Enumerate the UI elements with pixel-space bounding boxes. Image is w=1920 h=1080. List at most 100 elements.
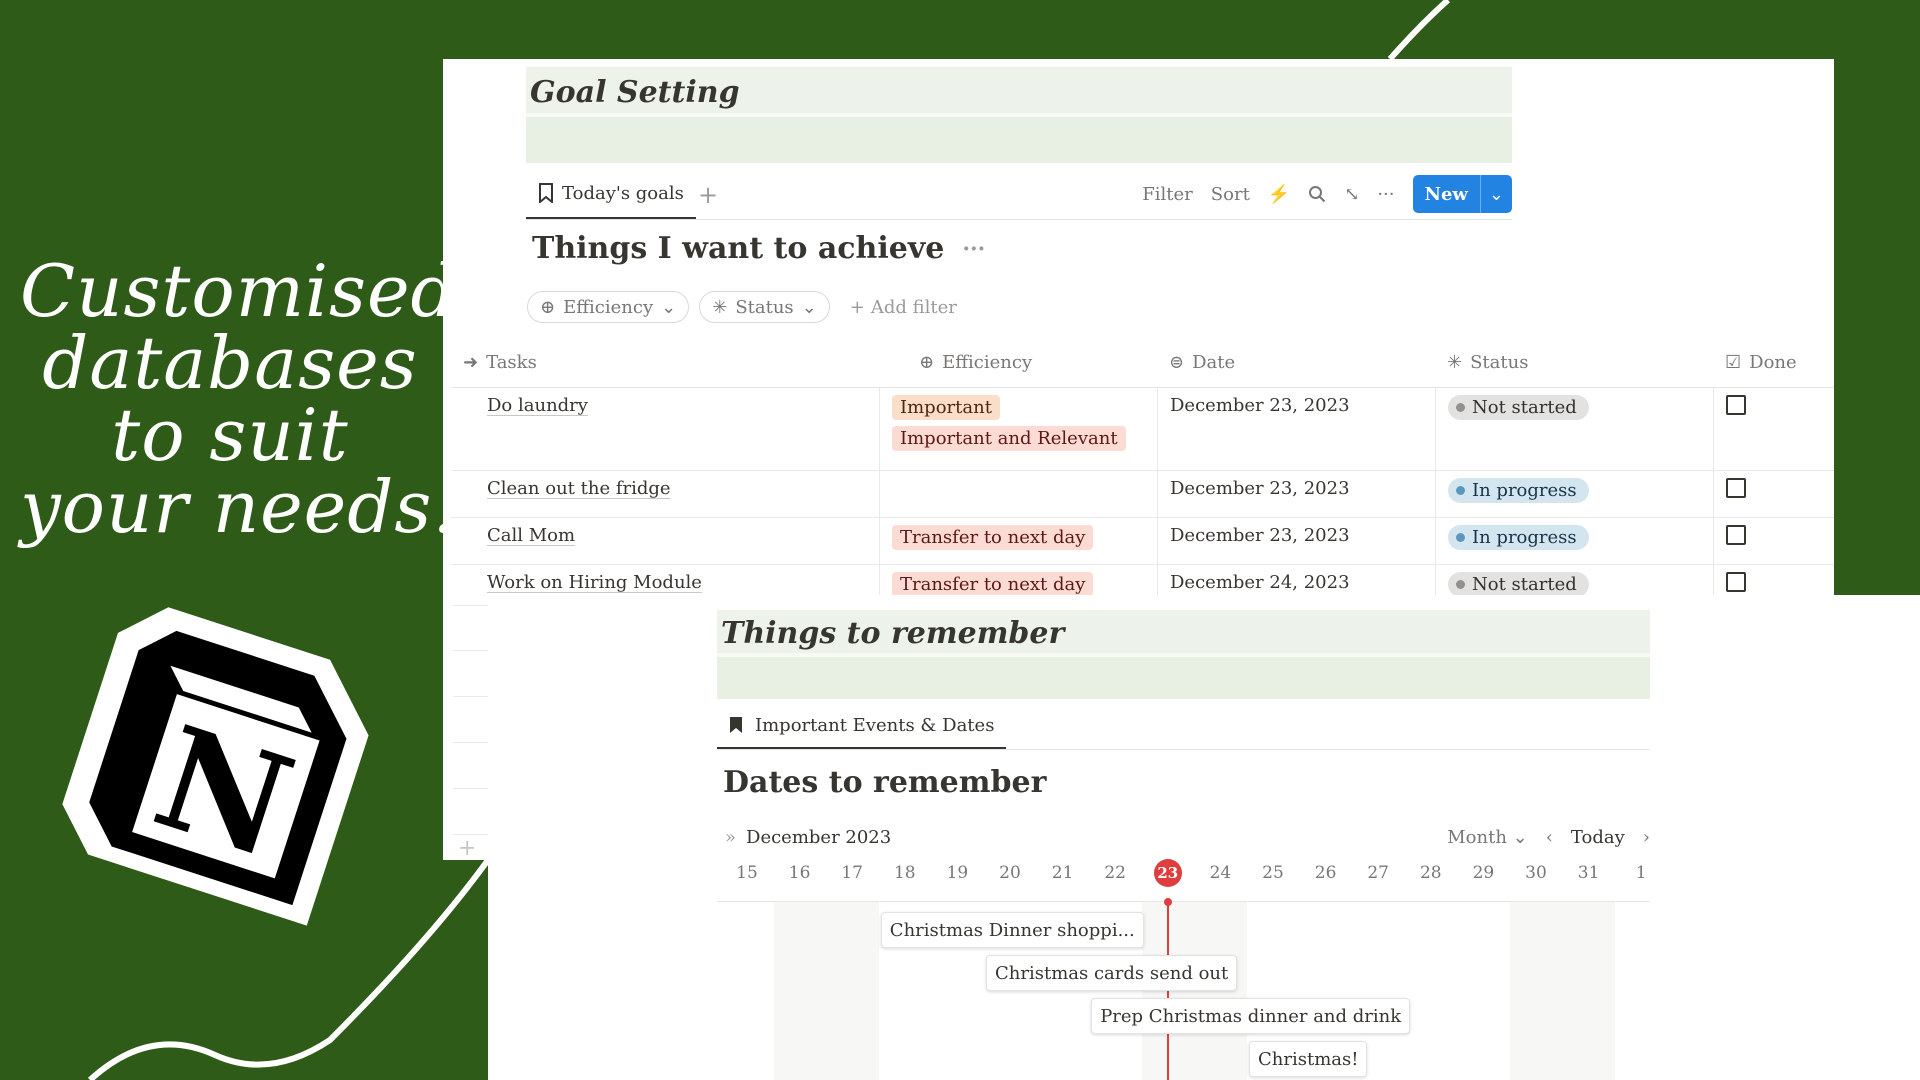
done-checkbox[interactable]	[1726, 478, 1746, 498]
table-row[interactable]: Do laundry Important Important and Relev…	[451, 388, 1834, 471]
calendar-event[interactable]: Christmas cards send out	[986, 955, 1238, 991]
column-label: Date	[1192, 351, 1236, 373]
double-chevron-icon[interactable]: »	[725, 827, 736, 848]
today-button[interactable]: Today	[1571, 827, 1625, 848]
page-title: Goal Setting	[530, 75, 740, 110]
calendar-day: 18	[893, 863, 916, 883]
column-header-efficiency[interactable]: ⊕ Efficiency	[879, 337, 1157, 387]
task-name[interactable]: Do laundry	[487, 395, 588, 416]
done-checkbox[interactable]	[1726, 572, 1746, 592]
status-badge: Not started	[1448, 395, 1589, 420]
calendar-day: 25	[1262, 863, 1284, 883]
database-title-text: Things I want to achieve	[532, 231, 945, 266]
table-row[interactable]: Call Mom Transfer to next day December 2…	[451, 518, 1834, 565]
add-view-icon[interactable]: +	[698, 181, 718, 209]
column-label: Done	[1749, 351, 1797, 373]
search-icon[interactable]	[1308, 185, 1326, 203]
status-filter-chip[interactable]: ✳ Status ⌄	[699, 291, 830, 323]
date-icon: ⊜	[1169, 351, 1185, 373]
status-badge: In progress	[1448, 478, 1589, 503]
task-date: December 23, 2023	[1170, 478, 1350, 499]
bookmark-icon	[730, 717, 742, 733]
status-label: Not started	[1472, 574, 1577, 595]
calendar-day: 17	[841, 863, 863, 883]
efficiency-filter-chip[interactable]: ⊕ Efficiency ⌄	[527, 291, 690, 323]
filter-bar: ⊕ Efficiency ⌄ ✳ Status ⌄ + Add filter	[527, 291, 957, 323]
table-header: ➜ Tasks ⊕ Efficiency ⊜ Date ✳ Status ☑ D…	[451, 337, 1834, 388]
calendar-event[interactable]: Christmas!	[1249, 1041, 1368, 1077]
view-tabbar: Important Events & Dates	[717, 703, 1650, 750]
status-label: In progress	[1472, 480, 1577, 501]
chevron-right-icon[interactable]: ›	[1643, 827, 1650, 848]
efficiency-tag: Transfer to next day	[892, 572, 1094, 597]
calendar-day: 23	[1153, 859, 1182, 887]
calendar-day: 19	[946, 863, 969, 883]
chevron-down-icon[interactable]: ⌄	[1479, 175, 1512, 213]
chevron-down-icon: ⌄	[661, 296, 677, 318]
toolbar: Filter Sort ⚡ ⤡ ··· New ⌄	[1142, 175, 1512, 213]
calendar-day: 24	[1209, 863, 1232, 883]
task-name[interactable]: Call Mom	[487, 525, 575, 546]
efficiency-icon: ⊕	[540, 296, 556, 318]
tab-important-events[interactable]: Important Events & Dates	[717, 703, 1007, 749]
chevron-down-icon: ⌄	[801, 296, 817, 318]
bookmark-icon	[539, 183, 553, 203]
done-checkbox[interactable]	[1726, 395, 1746, 415]
calendar-header: » December 2023 Month ⌄ ‹ Today ›	[717, 825, 1650, 853]
headline-line: your needs.	[20, 465, 457, 549]
tasks-table: ➜ Tasks ⊕ Efficiency ⊜ Date ✳ Status ☑ D…	[451, 337, 1834, 612]
sort-button[interactable]: Sort	[1211, 184, 1250, 205]
month-label: December 2023	[746, 827, 892, 848]
calendar-event[interactable]: Prep Christmas dinner and drink	[1091, 998, 1411, 1034]
column-header-date[interactable]: ⊜ Date	[1157, 337, 1435, 387]
column-label: Efficiency	[942, 351, 1033, 373]
more-icon[interactable]: ···	[1377, 184, 1394, 205]
more-icon[interactable]: ···	[962, 236, 985, 262]
add-filter-button[interactable]: + Add filter	[850, 297, 957, 318]
chevron-left-icon[interactable]: ‹	[1546, 827, 1553, 848]
database-title: Things I want to achieve ···	[532, 231, 985, 266]
add-filter-label: Add filter	[870, 296, 957, 318]
efficiency-tag: Important	[892, 395, 1000, 420]
calendar-day: 20	[999, 863, 1021, 883]
column-header-tasks[interactable]: ➜ Tasks	[451, 337, 879, 387]
column-header-status[interactable]: ✳ Status	[1435, 337, 1713, 387]
today-marker-line	[1166, 902, 1169, 1080]
calendar-day: 1	[1635, 863, 1647, 883]
filter-button[interactable]: Filter	[1142, 184, 1193, 205]
add-row-icon[interactable]: +	[458, 836, 476, 861]
calendar-days: 15 16 17 18 19 20 21 22 23 24 25 26 27 28 29 30 31 1	[717, 859, 1650, 887]
calendar-day: 21	[1051, 863, 1074, 883]
table-row[interactable]: Clean out the fridge December 23, 2023 I…	[451, 471, 1834, 518]
done-checkbox[interactable]	[1726, 525, 1746, 545]
calendar-event[interactable]: Christmas Dinner shoppi...	[880, 912, 1144, 948]
page-title-block: Goal Setting	[526, 67, 1512, 163]
expand-icon[interactable]: ⤡	[1344, 184, 1359, 205]
calendar-day: 22	[1104, 863, 1126, 883]
chip-label: Efficiency	[563, 296, 654, 318]
new-button[interactable]: New ⌄	[1412, 175, 1512, 213]
arrow-icon: ➜	[463, 351, 479, 373]
column-label: Status	[1470, 351, 1529, 373]
task-name[interactable]: Clean out the fridge	[487, 478, 671, 499]
calendar-timeline: Christmas Dinner shoppi... Christmas card…	[717, 898, 1650, 1080]
efficiency-icon: ⊕	[919, 351, 935, 373]
calendar-day: 29	[1472, 863, 1495, 883]
task-date: December 23, 2023	[1170, 525, 1350, 546]
page-title-block: Things to remember	[717, 610, 1650, 699]
new-button-label[interactable]: New	[1413, 175, 1480, 213]
status-label: In progress	[1472, 527, 1577, 548]
view-select[interactable]: Month ⌄	[1447, 827, 1528, 848]
column-header-done[interactable]: ☑ Done	[1713, 337, 1834, 387]
column-label: Tasks	[486, 351, 537, 373]
task-name[interactable]: Work on Hiring Module	[487, 572, 702, 593]
tab-todays-goals[interactable]: Today's goals	[526, 169, 696, 219]
checkbox-icon: ☑	[1725, 351, 1742, 373]
weekend-shade	[773, 902, 879, 1080]
lightning-icon[interactable]: ⚡	[1268, 184, 1290, 205]
calendar-day: 16	[788, 863, 811, 883]
calendar-month: » December 2023	[725, 827, 891, 848]
tab-label: Today's goals	[562, 182, 684, 204]
headline: Customised databases to suit your needs.	[20, 255, 457, 549]
calendar-day: 15	[736, 863, 758, 883]
